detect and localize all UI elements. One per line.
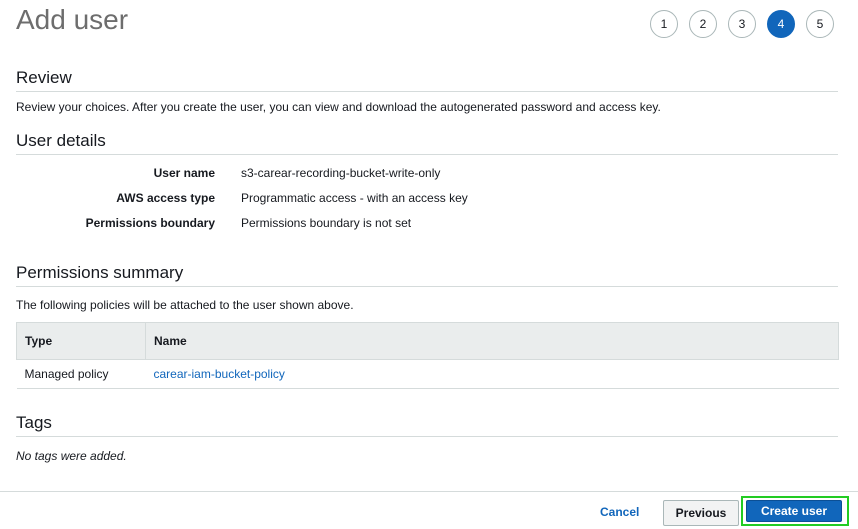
- page-title: Add user: [16, 4, 129, 35]
- review-description: Review your choices. After you create th…: [16, 100, 661, 114]
- review-heading: Review: [16, 68, 838, 92]
- detail-row-access-type: AWS access type Programmatic access - wi…: [0, 185, 700, 210]
- step-1[interactable]: 1: [650, 10, 678, 38]
- step-4-active: 4: [767, 10, 795, 38]
- detail-value: Permissions boundary is not set: [241, 215, 412, 230]
- table-row: Managed policy carear-iam-bucket-policy: [16, 359, 839, 389]
- detail-row-user-name: User name s3-carear-recording-bucket-wri…: [0, 160, 700, 185]
- detail-row-permissions-boundary: Permissions boundary Permissions boundar…: [0, 210, 700, 235]
- step-indicator: 1 2 3 4 5: [650, 10, 834, 38]
- create-user-highlight: Create user: [741, 496, 849, 526]
- permissions-table: Type Name Managed policy carear-iam-buck…: [16, 322, 839, 389]
- cancel-button[interactable]: Cancel: [600, 505, 639, 519]
- previous-button[interactable]: Previous: [663, 500, 739, 526]
- detail-label: AWS access type: [116, 190, 215, 205]
- detail-label: Permissions boundary: [85, 215, 215, 230]
- user-details-list: User name s3-carear-recording-bucket-wri…: [0, 160, 700, 235]
- policy-link[interactable]: carear-iam-bucket-policy: [154, 367, 285, 381]
- step-2[interactable]: 2: [689, 10, 717, 38]
- create-user-button[interactable]: Create user: [746, 500, 842, 522]
- permissions-summary-heading: Permissions summary: [16, 263, 838, 287]
- permissions-description: The following policies will be attached …: [16, 298, 354, 312]
- column-header-name[interactable]: Name: [145, 322, 839, 360]
- tags-heading: Tags: [16, 413, 838, 437]
- detail-label: User name: [153, 165, 215, 180]
- step-5[interactable]: 5: [806, 10, 834, 38]
- column-header-type[interactable]: Type: [16, 322, 146, 360]
- no-tags-text: No tags were added.: [16, 449, 127, 463]
- user-details-heading: User details: [16, 131, 838, 155]
- policy-name-cell: carear-iam-bucket-policy: [145, 359, 839, 389]
- step-3[interactable]: 3: [728, 10, 756, 38]
- policy-type-cell: Managed policy: [16, 359, 146, 389]
- detail-value: Programmatic access - with an access key: [241, 190, 468, 205]
- table-header-row: Type Name: [16, 322, 839, 360]
- detail-value: s3-carear-recording-bucket-write-only: [241, 165, 441, 180]
